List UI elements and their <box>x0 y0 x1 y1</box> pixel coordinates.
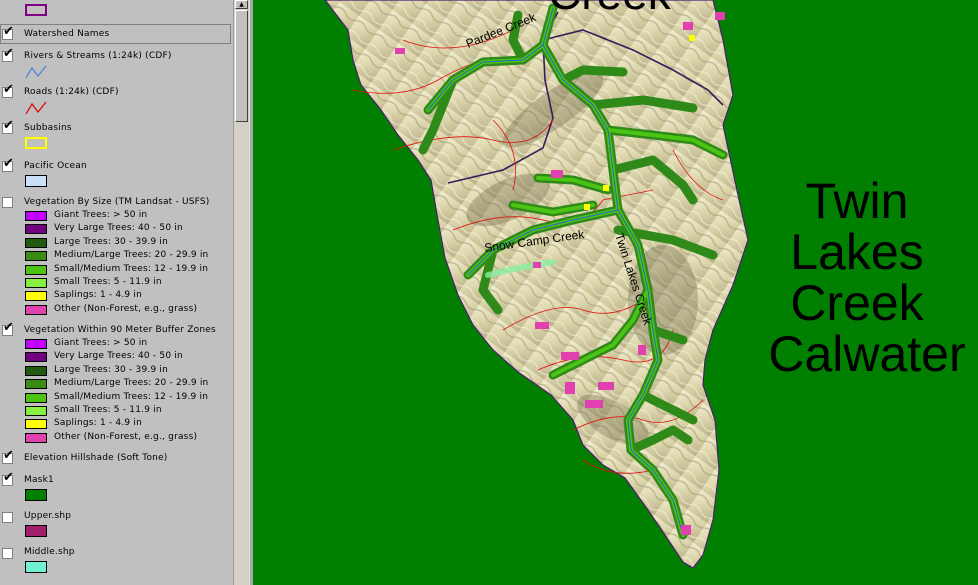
hillshade-layer[interactable]: Elevation Hillshade (Soft Tone) <box>24 453 168 463</box>
pacific-ocean-checkbox[interactable]: ✔ <box>2 157 14 172</box>
veg-buffer-checkbox[interactable]: ✔ <box>2 321 14 336</box>
watershed-label-line-4: Calwater <box>768 326 965 382</box>
subbasins-symbol <box>25 137 47 149</box>
mask1-checkbox[interactable]: ✔ <box>2 471 14 486</box>
hillshade-checkbox[interactable]: ✔ <box>2 449 14 464</box>
middle-shp-swatch <box>25 561 47 573</box>
veg-buffer-class-swatch <box>25 406 47 416</box>
subbasins-checkbox[interactable]: ✔ <box>2 119 14 134</box>
veg-buffer-class-label: Small/Medium Trees: 12 - 19.9 in <box>54 391 209 402</box>
veg-buffer-class-swatch <box>25 379 47 390</box>
veg-by-size-class-swatch <box>25 224 47 235</box>
top-watershed-label: Creek <box>548 0 672 19</box>
veg-buffer-class-label: Giant Trees: > 50 in <box>54 338 148 348</box>
pacific-ocean-swatch <box>25 175 47 187</box>
mask1-swatch <box>25 489 47 501</box>
middle-shp-checkbox[interactable] <box>2 548 13 559</box>
veg-by-size-layer[interactable]: Vegetation By Size (TM Landsat - USFS) <box>24 197 210 207</box>
upper-shp-checkbox[interactable] <box>2 512 13 523</box>
table-of-contents: ✔ Watershed Names ✔ Rivers & Streams (1:… <box>0 0 233 585</box>
veg-by-size-class-label: Saplings: 1 - 4.9 in <box>54 290 143 301</box>
rivers-checkbox[interactable]: ✔ <box>2 47 14 62</box>
scroll-up-arrow-icon[interactable]: ▲ <box>235 0 248 9</box>
veg-buffer-layer[interactable]: Vegetation Within 90 Meter Buffer Zones <box>24 325 216 335</box>
veg-buffer-class-label: Large Trees: 30 - 39.9 in <box>54 364 169 375</box>
veg-buffer-class-label: Medium/Large Trees: 20 - 29.9 in <box>54 378 209 389</box>
veg-buffer-class-swatch <box>25 339 47 349</box>
veg-buffer-class-swatch <box>25 352 47 363</box>
veg-by-size-class-swatch <box>25 237 47 248</box>
watershed-label-line-2: Lakes <box>790 224 923 280</box>
veg-by-size-class-swatch <box>25 291 47 302</box>
veg-by-size-class-label: Small/Medium Trees: 12 - 19.9 in <box>54 263 209 274</box>
veg-by-size-class-label: Medium/Large Trees: 20 - 29.9 in <box>54 250 209 261</box>
veg-by-size-class-swatch <box>25 251 47 262</box>
veg-buffer-class-label: Very Large Trees: 40 - 50 in <box>54 351 183 362</box>
subbasins-layer[interactable]: Subbasins <box>24 123 72 133</box>
veg-buffer-class-swatch <box>25 432 47 443</box>
roads-layer[interactable]: Roads (1:24k) (CDF) <box>24 87 119 97</box>
veg-by-size-class-swatch <box>25 304 47 315</box>
veg-by-size-class-swatch <box>25 264 47 275</box>
veg-by-size-class-label: Giant Trees: > 50 in <box>54 210 148 220</box>
scrollbar-thumb[interactable] <box>235 10 248 122</box>
rivers-layer[interactable]: Rivers & Streams (1:24k) (CDF) <box>24 51 172 61</box>
veg-by-size-class-label: Large Trees: 30 - 39.9 in <box>54 236 169 247</box>
watershed-name-label: Twin Lakes Creek Calwater <box>768 173 965 382</box>
pacific-ocean-layer[interactable]: Pacific Ocean <box>24 161 87 171</box>
watershed-label-line-3: Creek <box>790 275 924 331</box>
veg-buffer-class-swatch <box>25 392 47 403</box>
veg-by-size-class-label: Other (Non-Forest, e.g., grass) <box>54 303 198 314</box>
veg-buffer-class-swatch <box>25 365 47 376</box>
watershed-label-line-1: Twin <box>806 173 909 229</box>
previous-layer-symbol <box>25 4 47 16</box>
map-view[interactable]: Pardee Creek Snow Camp Creek Twin Lakes … <box>253 0 978 585</box>
veg-buffer-class-label: Saplings: 1 - 4.9 in <box>54 418 143 429</box>
veg-buffer-class-swatch <box>25 419 47 430</box>
veg-by-size-class-swatch <box>25 211 47 221</box>
legend-scrollbar[interactable]: ▲ <box>233 0 249 585</box>
map-canvas: Pardee Creek Snow Camp Creek Twin Lakes … <box>324 0 966 569</box>
veg-by-size-class-label: Small Trees: 5 - 11.9 in <box>54 277 162 287</box>
veg-by-size-class-label: Very Large Trees: 40 - 50 in <box>54 223 183 234</box>
roads-line-symbol <box>25 101 47 115</box>
middle-shp-layer[interactable]: Middle.shp <box>24 547 75 557</box>
watershed-names-layer[interactable]: Watershed Names <box>24 29 109 39</box>
roads-checkbox[interactable]: ✔ <box>2 83 14 98</box>
rivers-line-symbol <box>25 65 47 79</box>
veg-buffer-class-label: Small Trees: 5 - 11.9 in <box>54 405 162 415</box>
watershed-names-checkbox[interactable]: ✔ <box>2 25 14 40</box>
veg-by-size-class-swatch <box>25 278 47 288</box>
upper-shp-layer[interactable]: Upper.shp <box>24 511 71 521</box>
mask1-layer[interactable]: Mask1 <box>24 475 54 485</box>
upper-shp-swatch <box>25 525 47 537</box>
veg-buffer-class-label: Other (Non-Forest, e.g., grass) <box>54 431 198 442</box>
veg-by-size-checkbox[interactable] <box>2 197 13 208</box>
